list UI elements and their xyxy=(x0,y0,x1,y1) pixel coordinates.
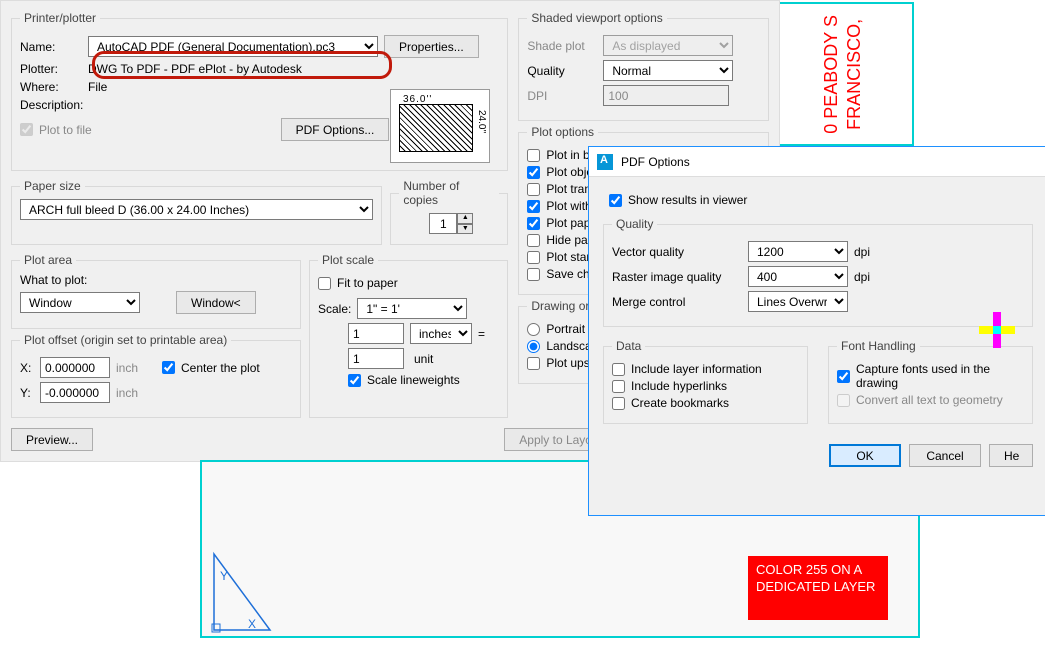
scale-legend: Plot scale xyxy=(318,253,378,267)
dpi-label: DPI xyxy=(527,89,597,103)
fit-to-paper-checkbox[interactable] xyxy=(318,277,331,290)
quality-select[interactable]: Normal xyxy=(603,60,733,81)
show-results-checkbox[interactable] xyxy=(609,194,622,207)
copies-legend: Number of copies xyxy=(399,179,499,207)
plot-scale-group: Plot scale Fit to paper Scale: 1" = 1' i… xyxy=(309,253,508,418)
offset-legend: Plot offset (origin set to printable are… xyxy=(20,333,231,347)
paper-size-group: Paper size ARCH full bleed D (36.00 x 24… xyxy=(11,179,382,245)
drawing-title-block: 0 PEABODY SFRANCISCO, xyxy=(772,2,914,146)
x-label: X: xyxy=(20,361,34,375)
plot-background-checkbox[interactable] xyxy=(527,149,540,162)
printer-group: Printer/plotter Name: AutoCAD PDF (Gener… xyxy=(11,11,508,171)
pdf-help-button[interactable]: He xyxy=(989,444,1033,467)
scale-numerator-input[interactable] xyxy=(348,323,404,344)
convert-text-checkbox xyxy=(837,394,850,407)
name-label: Name: xyxy=(20,40,82,54)
window-pick-button[interactable]: Window< xyxy=(176,291,256,314)
printer-legend: Printer/plotter xyxy=(20,11,100,25)
where-label: Where: xyxy=(20,80,82,94)
capture-fonts-checkbox[interactable] xyxy=(837,370,850,383)
plotter-value: DWG To PDF - PDF ePlot - by Autodesk xyxy=(88,62,302,76)
paper-preview: 36.0'' 24.0'' xyxy=(390,89,490,163)
color-note-block: COLOR 255 ON A DEDICATED LAYER xyxy=(748,556,888,620)
paper-size-select[interactable]: ARCH full bleed D (36.00 x 24.00 Inches) xyxy=(20,199,373,220)
scale-lineweights-label: Scale lineweights xyxy=(367,373,460,387)
copies-spinner[interactable]: ▲▼ xyxy=(429,213,473,234)
offset-x-input[interactable] xyxy=(40,357,110,378)
plot-stamp-checkbox[interactable] xyxy=(527,251,540,264)
pdf-options-button[interactable]: PDF Options... xyxy=(281,118,390,141)
scale-select[interactable]: 1" = 1' xyxy=(357,298,467,319)
description-label: Description: xyxy=(20,98,83,112)
vector-quality-label: Vector quality xyxy=(612,245,742,259)
pdf-titlebar[interactable]: PDF Options xyxy=(589,147,1045,177)
printer-name-select[interactable]: AutoCAD PDF (General Documentation).pc3 xyxy=(88,36,378,57)
crosshair-cursor-icon xyxy=(979,312,1015,348)
shade-plot-label: Shade plot xyxy=(527,39,597,53)
offset-y-input[interactable] xyxy=(40,382,110,403)
pdf-cancel-button[interactable]: Cancel xyxy=(909,444,981,467)
landscape-radio[interactable] xyxy=(527,340,540,353)
plot-to-file-label: Plot to file xyxy=(39,123,92,137)
plot-styles-checkbox[interactable] xyxy=(527,200,540,213)
hide-paperspace-checkbox[interactable] xyxy=(527,234,540,247)
shaded-legend: Shaded viewport options xyxy=(527,11,666,25)
plot-transparency-checkbox[interactable] xyxy=(527,183,540,196)
pdf-data-group: Data Include layer information Include h… xyxy=(603,339,808,424)
preview-button[interactable]: Preview... xyxy=(11,428,93,451)
plot-to-file-checkbox xyxy=(20,123,33,136)
copies-input[interactable] xyxy=(429,213,457,234)
plot-paperspace-checkbox[interactable] xyxy=(527,217,540,230)
raster-quality-select[interactable]: 400 xyxy=(748,266,848,287)
y-unit: inch xyxy=(116,386,138,400)
svg-text:Y: Y xyxy=(220,569,228,583)
copies-group: Number of copies ▲▼ xyxy=(390,179,508,245)
include-layers-checkbox[interactable] xyxy=(612,363,625,376)
center-plot-checkbox[interactable] xyxy=(162,361,175,374)
plotter-label: Plotter: xyxy=(20,62,82,76)
plot-area-group: Plot area What to plot: Window Window< xyxy=(11,253,301,329)
portrait-radio[interactable] xyxy=(527,323,540,336)
shaded-viewport-group: Shaded viewport options Shade plot As dis… xyxy=(518,11,769,121)
create-bookmarks-checkbox[interactable] xyxy=(612,397,625,410)
svg-text:X: X xyxy=(248,617,256,631)
paper-size-legend: Paper size xyxy=(20,179,85,193)
plot-object-lw-checkbox[interactable] xyxy=(527,166,540,179)
plot-area-legend: Plot area xyxy=(20,253,76,267)
quality-label: Quality xyxy=(527,64,597,78)
vector-quality-select[interactable]: 1200 xyxy=(748,241,848,262)
scale-unit1-select[interactable]: inches xyxy=(410,323,472,344)
where-value: File xyxy=(88,80,107,94)
what-to-plot-label: What to plot: xyxy=(20,273,292,287)
show-results-label: Show results in viewer xyxy=(628,193,747,207)
upside-down-checkbox[interactable] xyxy=(527,357,540,370)
scale-label: Scale: xyxy=(318,302,351,316)
font-handling-group: Font Handling Capture fonts used in the … xyxy=(828,339,1033,424)
plot-offset-group: Plot offset (origin set to printable are… xyxy=(11,333,301,418)
include-hyperlinks-checkbox[interactable] xyxy=(612,380,625,393)
pdf-ok-button[interactable]: OK xyxy=(829,444,901,467)
scale-lineweights-checkbox[interactable] xyxy=(348,374,361,387)
plot-options-legend: Plot options xyxy=(527,125,598,139)
dpi-input xyxy=(603,85,729,106)
merge-control-select[interactable]: Lines Overwrite xyxy=(748,291,848,312)
raster-quality-label: Raster image quality xyxy=(612,270,742,284)
properties-button[interactable]: Properties... xyxy=(384,35,479,58)
equals-label: = xyxy=(478,327,485,341)
fit-to-paper-label: Fit to paper xyxy=(337,276,398,290)
ucs-triangle-icon: Y X xyxy=(210,550,280,634)
scale-denominator-input[interactable] xyxy=(348,348,404,369)
pdf-options-dialog: PDF Options Show results in viewer Quali… xyxy=(588,146,1045,516)
x-unit: inch xyxy=(116,361,138,375)
pdf-title: PDF Options xyxy=(621,155,690,169)
save-changes-checkbox[interactable] xyxy=(527,268,540,281)
merge-control-label: Merge control xyxy=(612,295,742,309)
autodesk-logo-icon xyxy=(597,154,613,170)
pdf-quality-group: Quality Vector quality1200dpi Raster ima… xyxy=(603,217,1033,327)
what-to-plot-select[interactable]: Window xyxy=(20,292,140,313)
center-plot-label: Center the plot xyxy=(181,361,260,375)
y-label: Y: xyxy=(20,386,34,400)
shade-plot-select: As displayed xyxy=(603,35,733,56)
scale-unit2-label: unit xyxy=(410,352,472,366)
